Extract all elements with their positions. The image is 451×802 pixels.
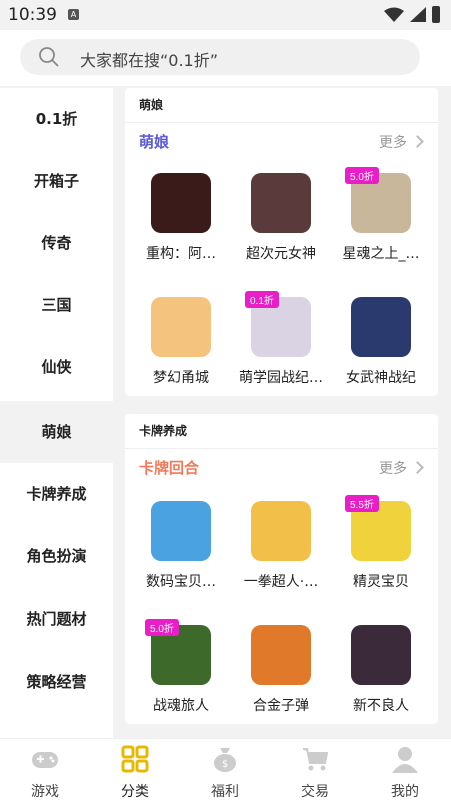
- section-card: 卡牌养成 卡牌回合 更多 数码宝贝… 一拳超人·… 5.5折 精灵宝贝 5.0折…: [125, 414, 438, 724]
- tab-trade[interactable]: 交易: [270, 739, 360, 802]
- game-name: 数码宝贝…: [146, 574, 216, 590]
- sub-section-header: 卡牌回合 更多: [125, 449, 438, 483]
- game-icon: 5.5折: [345, 495, 411, 561]
- header: 大家都在搜“0.1折”: [0, 30, 451, 86]
- category-content: 萌娘 萌娘 更多 重构：阿… 超次元女神 5.0折 星魂之上_… 梦幻甬城 0.…: [113, 88, 451, 738]
- game-item[interactable]: 合金子弹: [233, 625, 329, 715]
- game-name: 战魂旅人: [153, 698, 209, 714]
- game-name: 梦幻甬城: [153, 370, 209, 386]
- game-grid: 数码宝贝… 一拳超人·… 5.5折 精灵宝贝 5.0折 战魂旅人 合金子弹 新不…: [125, 483, 438, 733]
- game-item[interactable]: 超次元女神: [233, 173, 329, 263]
- chevron-right-icon: [411, 135, 424, 148]
- discount-badge: 5.5折: [345, 495, 379, 512]
- grid-icon: [121, 745, 149, 773]
- game-item[interactable]: 一拳超人·…: [233, 501, 329, 591]
- game-item[interactable]: 梦幻甬城: [133, 297, 229, 387]
- sidebar-item-jiaosebanyan[interactable]: 角色扮演: [0, 525, 113, 587]
- discount-badge: 0.1折: [245, 291, 279, 308]
- game-name: 新不良人: [353, 698, 409, 714]
- game-name: 星魂之上_…: [342, 246, 420, 262]
- discount-badge: 5.0折: [145, 619, 179, 636]
- tab-mine[interactable]: 我的: [360, 739, 450, 802]
- game-name: 一拳超人·…: [243, 574, 319, 590]
- sidebar-item-celuejingying[interactable]: 策略经营: [0, 651, 113, 713]
- chevron-right-icon: [411, 461, 424, 474]
- more-link[interactable]: 更多: [379, 458, 424, 478]
- cell-signal-icon: [410, 7, 426, 22]
- sidebar-item-sanguo[interactable]: 三国: [0, 274, 113, 336]
- tab-category[interactable]: 分类: [90, 739, 180, 802]
- sidebar-item-xianxia[interactable]: 仙侠: [0, 336, 113, 398]
- tab-games[interactable]: 游戏: [0, 739, 90, 802]
- game-icon: 5.0折: [145, 619, 211, 685]
- cart-icon: [303, 748, 329, 771]
- game-name: 重构：阿…: [146, 246, 216, 262]
- sidebar-item-rementicai[interactable]: 热门题材: [0, 588, 113, 650]
- sub-section-title: 卡牌回合: [139, 459, 200, 477]
- game-icon: [151, 173, 211, 233]
- category-sidebar: 0.1折 开箱子 传奇 三国 仙侠 萌娘 卡牌养成 角色扮演 热门题材 策略经营: [0, 88, 113, 738]
- more-label: 更多: [379, 461, 407, 477]
- game-item[interactable]: 数码宝贝…: [133, 501, 229, 591]
- battery-icon: [432, 6, 440, 23]
- game-item[interactable]: 5.0折 战魂旅人: [133, 619, 229, 715]
- sidebar-item-0.1zhe[interactable]: 0.1折: [0, 88, 113, 150]
- sidebar-item-chuanqi[interactable]: 传奇: [0, 212, 113, 274]
- tab-label: 游戏: [31, 784, 59, 800]
- bottom-tab-bar: 游戏 分类 $ 福利 交易 我的: [0, 738, 451, 802]
- user-icon: [392, 747, 418, 773]
- game-icon: [251, 501, 311, 561]
- discount-badge: 5.0折: [345, 167, 379, 184]
- tab-label: 分类: [121, 784, 149, 800]
- game-icon: [151, 297, 211, 357]
- sub-section-header: 萌娘 更多: [125, 123, 438, 157]
- game-name: 精灵宝贝: [353, 574, 409, 590]
- svg-text:$: $: [222, 759, 228, 770]
- game-item[interactable]: 5.0折 星魂之上_…: [333, 167, 429, 263]
- section-header: 卡牌养成: [125, 414, 438, 449]
- section-header: 萌娘: [125, 88, 438, 123]
- gift-bag-icon: $: [214, 748, 236, 772]
- wifi-icon: [384, 7, 404, 22]
- sub-section-title: 萌娘: [139, 133, 170, 151]
- gamepad-icon: [32, 752, 58, 768]
- more-link[interactable]: 更多: [379, 132, 424, 152]
- game-item[interactable]: 女武神战纪: [333, 297, 429, 387]
- search-bar[interactable]: 大家都在搜“0.1折”: [20, 39, 420, 75]
- status-time: 10:39: [8, 5, 57, 25]
- game-icon: [351, 625, 411, 685]
- game-item[interactable]: 重构：阿…: [133, 173, 229, 263]
- game-name: 合金子弹: [253, 698, 309, 714]
- game-icon: [251, 173, 311, 233]
- more-label: 更多: [379, 135, 407, 151]
- game-item[interactable]: 5.5折 精灵宝贝: [333, 495, 429, 591]
- game-icon: [151, 501, 211, 561]
- sidebar-item-kapaiyangcheng[interactable]: 卡牌养成: [0, 463, 113, 525]
- search-icon: [39, 47, 59, 67]
- tab-welfare[interactable]: $ 福利: [180, 739, 270, 802]
- game-name: 女武神战纪: [346, 370, 416, 386]
- game-icon: [251, 625, 311, 685]
- game-icon: [351, 297, 411, 357]
- game-name: 萌学园战纪…: [239, 370, 323, 386]
- search-placeholder: 大家都在搜“0.1折”: [80, 51, 219, 70]
- game-icon: 5.0折: [345, 167, 411, 233]
- tab-label: 交易: [301, 784, 329, 800]
- sidebar-item-kaixiangzi[interactable]: 开箱子: [0, 150, 113, 212]
- game-item[interactable]: 新不良人: [333, 625, 429, 715]
- notification-a-icon: A: [68, 9, 79, 20]
- game-icon: 0.1折: [245, 291, 311, 357]
- section-card: 萌娘 萌娘 更多 重构：阿… 超次元女神 5.0折 星魂之上_… 梦幻甬城 0.…: [125, 88, 438, 396]
- game-grid: 重构：阿… 超次元女神 5.0折 星魂之上_… 梦幻甬城 0.1折 萌学园战纪……: [125, 157, 438, 407]
- tab-label: 我的: [391, 784, 419, 800]
- game-name: 超次元女神: [246, 246, 316, 262]
- tab-label: 福利: [211, 784, 239, 800]
- sidebar-item-mengniang[interactable]: 萌娘: [0, 401, 113, 463]
- game-item[interactable]: 0.1折 萌学园战纪…: [233, 291, 329, 387]
- status-bar: 10:39 A: [0, 0, 451, 30]
